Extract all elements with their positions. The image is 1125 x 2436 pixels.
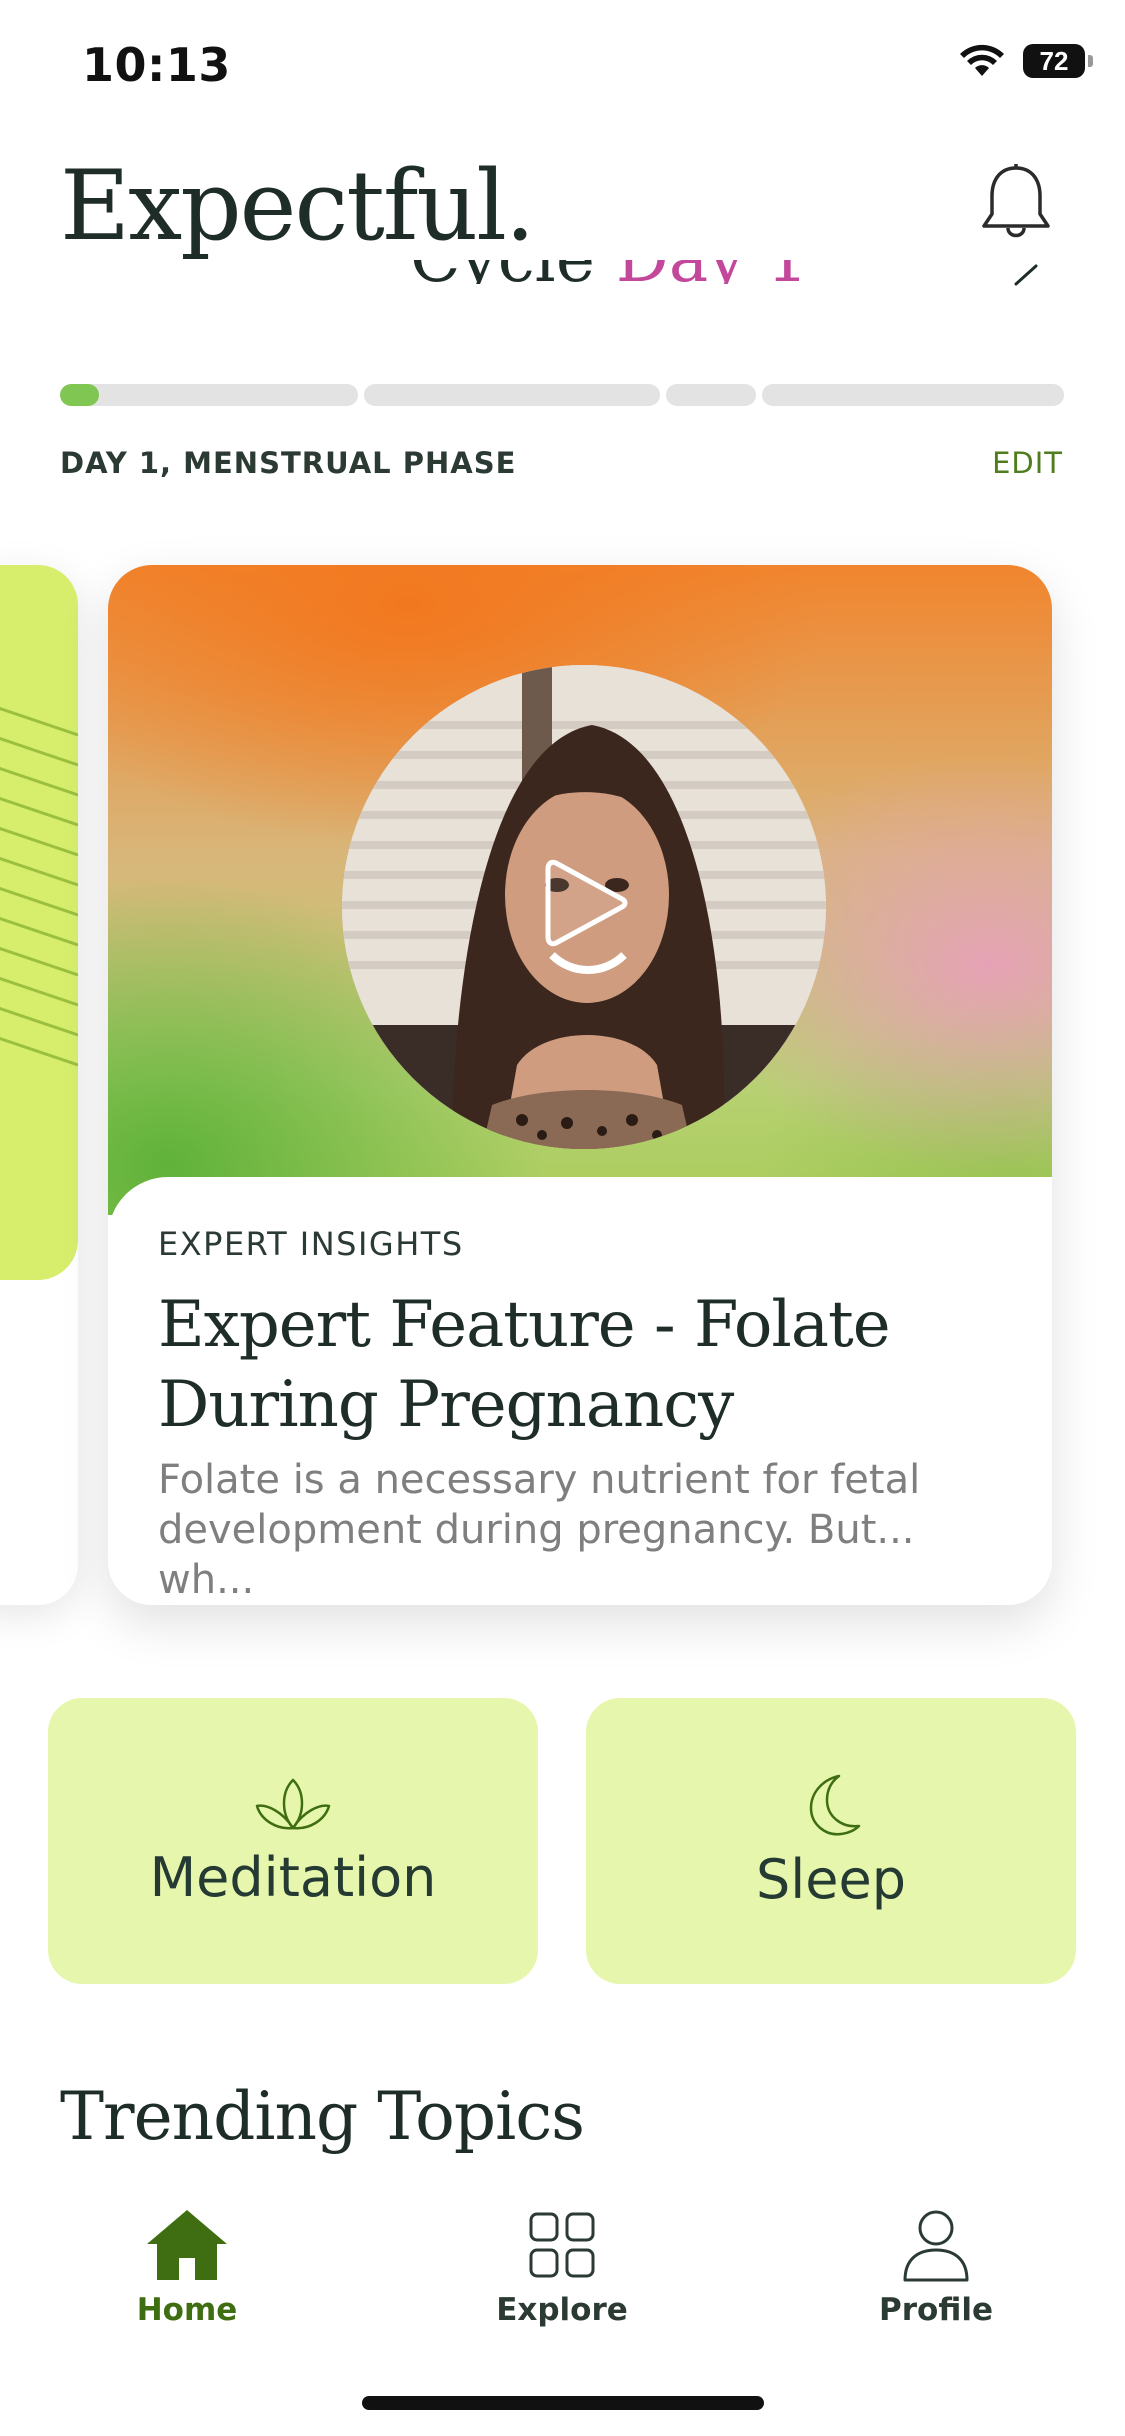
play-icon[interactable] (542, 855, 630, 951)
progress-fill (60, 384, 99, 406)
tab-home[interactable]: Home (87, 2208, 287, 2328)
status-time: 10:13 (82, 38, 231, 92)
grid-icon (529, 2212, 595, 2278)
progress-segment-luteal (762, 384, 1064, 406)
battery-level: 72 (1039, 45, 1069, 76)
card-title: Expert Feature - Folate During Pregnancy (158, 1288, 891, 1442)
trending-topics-heading: Trending Topics (60, 2078, 585, 2155)
tab-explore-label: Explore (496, 2292, 628, 2328)
sleep-label: Sleep (755, 1847, 906, 1911)
progress-segment-follicular (364, 384, 660, 406)
home-icon (147, 2210, 227, 2280)
card-category: EXPERT INSIGHTS (158, 1225, 464, 1263)
moon-icon (809, 1774, 861, 1835)
sleep-tile[interactable]: Sleep (586, 1698, 1076, 1984)
stripes-decoration (0, 706, 78, 1067)
featured-card[interactable]: EXPERT INSIGHTS Expert Feature - Folate … (108, 565, 1052, 1605)
meditation-tile[interactable]: Meditation (48, 1698, 538, 1984)
meditation-label: Meditation (149, 1845, 437, 1909)
progress-segment-menstrual (60, 384, 358, 406)
bell-icon[interactable] (980, 162, 1052, 246)
app-logo: Expectful. (60, 150, 535, 262)
tab-profile[interactable]: Profile (836, 2208, 1036, 2328)
cycle-phase-label: DAY 1, MENSTRUAL PHASE (60, 446, 517, 480)
status-icons: 72 (959, 44, 1093, 78)
previous-card[interactable] (0, 565, 78, 1605)
wifi-icon (960, 44, 1004, 76)
tab-profile-label: Profile (879, 2292, 993, 2328)
lotus-icon (255, 1778, 331, 1829)
person-icon (903, 2210, 969, 2282)
card-description: Folate is a necessary nutrient for fetal… (158, 1457, 921, 1603)
tab-home-label: Home (136, 2292, 238, 2328)
tab-explore[interactable]: Explore (462, 2208, 662, 2328)
chevron-right-icon[interactable] (1010, 256, 1044, 286)
previous-card-hero (0, 565, 78, 1280)
cycle-progress-bar (60, 384, 1064, 406)
battery-icon: 72 (1023, 44, 1093, 78)
progress-segment-ovulation (666, 384, 756, 406)
edit-cycle-link[interactable]: EDIT (992, 446, 1063, 480)
home-indicator (362, 2396, 764, 2410)
